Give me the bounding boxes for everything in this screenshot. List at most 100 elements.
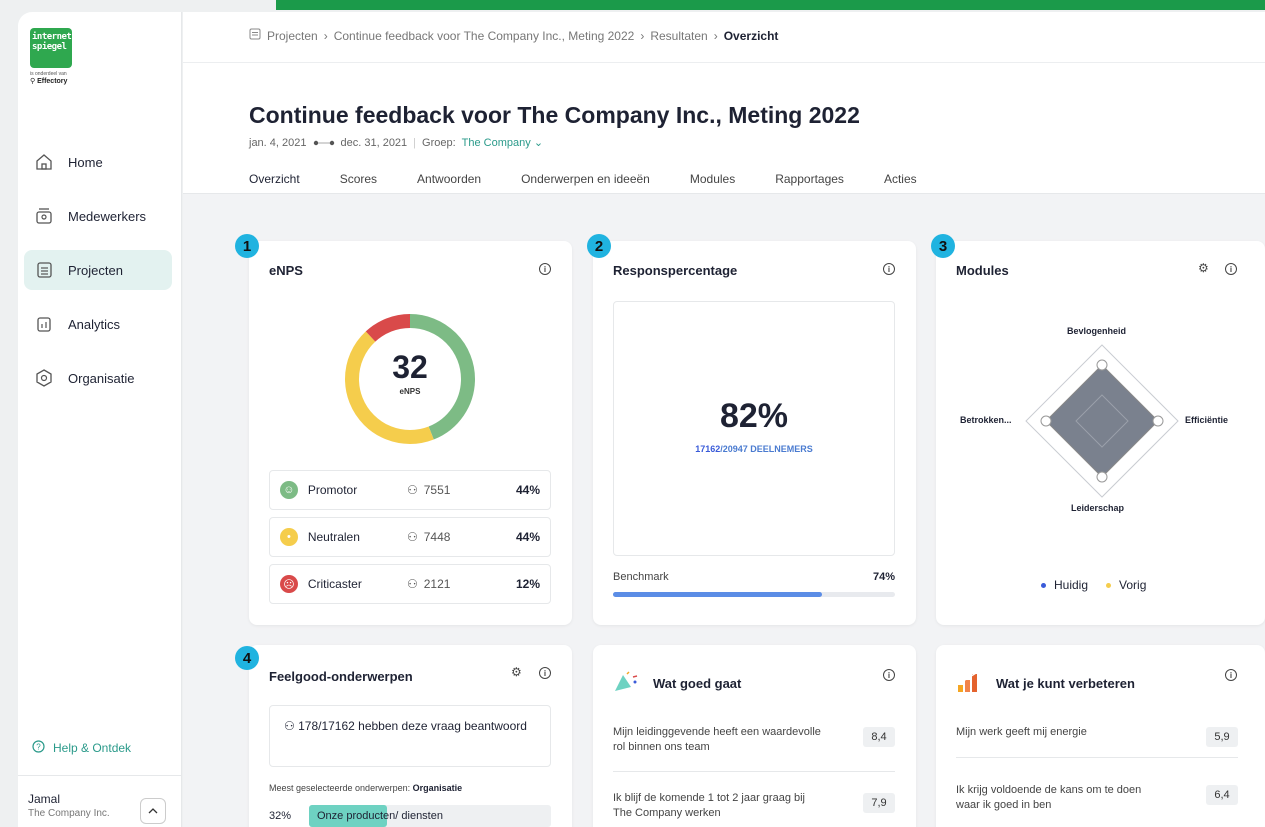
enps-row-neutral: • Neutralen ⚇ 7448 44%	[269, 517, 551, 557]
info-icon[interactable]: i	[1225, 263, 1237, 275]
card-title: Wat goed gaat	[653, 676, 742, 691]
help-link[interactable]: ? Help & Ontdek	[32, 740, 131, 756]
legend-item[interactable]: Huidig	[1041, 578, 1088, 592]
feelgood-selected: Meest geselecteerde onderwerpen: Organis…	[269, 783, 462, 793]
info-icon[interactable]: i	[539, 263, 551, 275]
logo-mark: internet spiegel	[30, 28, 72, 68]
participants-count: 17162	[695, 444, 721, 454]
chevron-right-icon: ›	[640, 28, 645, 43]
date-range-icon	[313, 137, 335, 149]
breadcrumb-item[interactable]: Projecten	[267, 29, 318, 43]
user-profile[interactable]: Jamal The Company Inc.	[18, 775, 182, 827]
row-label: Criticaster	[307, 577, 362, 591]
item-text: Mijn leidinggevende heeft een waardevoll…	[613, 726, 821, 753]
callout-badge: 2	[587, 234, 611, 258]
tab-onderwerpen[interactable]: Onderwerpen en ideeën	[521, 172, 650, 195]
organisation-icon	[34, 368, 54, 388]
radar-legend: Huidig Vorig	[1041, 578, 1146, 592]
chevron-right-icon: ›	[323, 28, 328, 43]
tab-modules[interactable]: Modules	[690, 172, 735, 195]
response-box: 82% 17162/20947 DEELNEMERS	[613, 301, 895, 556]
gear-icon[interactable]: ⚙	[1198, 261, 1209, 275]
breadcrumb: Projecten › Continue feedback voor The C…	[249, 28, 778, 43]
enps-score-label: eNPS	[399, 387, 421, 396]
selected-prefix: Meest geselecteerde onderwerpen:	[269, 783, 411, 793]
row-label: Neutralen	[307, 530, 360, 544]
item-text: Ik blijf de komende 1 tot 2 jaar graag b…	[613, 792, 806, 819]
verbeteren-card: Wat je kunt verbeteren i Mijn werk geeft…	[936, 645, 1265, 827]
radar-axis-label: Efficiëntie	[1185, 415, 1229, 425]
row-count-value: 7551	[423, 483, 451, 497]
svg-text:?: ?	[36, 742, 41, 751]
breadcrumb-current: Overzicht	[723, 28, 779, 43]
card-title: eNPS	[269, 263, 303, 278]
benchmark-value: 74%	[872, 571, 895, 583]
benchmark-bar-fill	[613, 592, 822, 597]
tab-overzicht[interactable]: Overzicht	[249, 172, 300, 195]
enps-card: eNPS i 32 eNPS ☺ Promotor ⚇ 7551 44% • Ne…	[249, 241, 572, 625]
sidebar: internet spiegel is onderdeel van ⚲ Effe…	[18, 12, 182, 827]
gear-icon[interactable]: ⚙	[511, 665, 522, 679]
logo[interactable]: internet spiegel is onderdeel van ⚲ Effe…	[30, 28, 90, 100]
tab-rapportages[interactable]: Rapportages	[775, 172, 844, 195]
user-menu-toggle[interactable]	[140, 798, 166, 824]
date-start: jan. 4, 2021	[249, 136, 307, 149]
project-meta: jan. 4, 2021 dec. 31, 2021 | Groep: The …	[249, 136, 543, 150]
logo-brand: ⚲ Effectory	[30, 78, 68, 85]
radar-point	[1040, 415, 1052, 427]
enps-row-critic: ☹ Criticaster ⚇ 2121 12%	[269, 564, 551, 604]
meta-divider: |	[413, 136, 417, 149]
sidebar-nav: Home Medewerkers Projecten Analytics Org…	[24, 142, 172, 412]
tab-antwoorden[interactable]: Antwoorden	[417, 172, 481, 195]
feelgood-topic-row: 32% Onze producten/ diensten	[269, 805, 551, 827]
list-item[interactable]: Mijn werk geeft mij energie 5,9	[956, 725, 1238, 747]
dashboard-content: 1 eNPS i 32 eNPS ☺ Promotor ⚇7551 44% •	[183, 193, 1265, 827]
benchmark-bar	[613, 592, 895, 597]
info-icon[interactable]: i	[883, 263, 895, 275]
analytics-icon	[34, 314, 54, 334]
breadcrumb-item[interactable]: Resultaten	[650, 29, 707, 43]
info-icon[interactable]: i	[1225, 669, 1237, 681]
tab-acties[interactable]: Acties	[884, 172, 917, 195]
item-score: 6,4	[1206, 785, 1238, 805]
legend-label: Huidig	[1054, 578, 1089, 592]
callout-badge: 1	[235, 234, 259, 258]
sidebar-item-label: Home	[68, 154, 103, 170]
card-title: Responspercentage	[613, 263, 738, 278]
chevron-down-icon: ⌄	[533, 137, 544, 149]
legend-item[interactable]: Vorig	[1106, 578, 1146, 592]
party-popper-icon	[613, 671, 639, 696]
sidebar-item-analytics[interactable]: Analytics	[24, 304, 172, 344]
home-icon	[34, 152, 54, 172]
list-item[interactable]: Mijn leidinggevende heeft een waardevoll…	[613, 725, 895, 755]
row-count-value: 2121	[423, 577, 451, 591]
info-icon[interactable]: i	[883, 669, 895, 681]
list-item[interactable]: Ik krijg voldoende de kans om te doen wa…	[956, 783, 1238, 813]
legend-dot	[1041, 583, 1046, 589]
tab-scores[interactable]: Scores	[340, 172, 377, 195]
sidebar-item-medewerkers[interactable]: Medewerkers	[24, 196, 172, 236]
card-title: Wat je kunt verbeteren	[996, 676, 1135, 691]
item-text: Ik krijg voldoende de kans om te doen wa…	[956, 784, 1142, 811]
people-icon: ⚇	[406, 483, 418, 497]
group-select[interactable]: The Company ⌄	[462, 136, 543, 149]
sidebar-item-home[interactable]: Home	[24, 142, 172, 182]
sidebar-item-organisatie[interactable]: Organisatie	[24, 358, 172, 398]
page-title: Continue feedback voor The Company Inc.,…	[249, 102, 860, 128]
row-count: ⚇ 7551	[407, 483, 516, 497]
projects-icon	[34, 260, 54, 280]
row-count: ⚇ 2121	[407, 577, 516, 591]
legend-label: Vorig	[1119, 578, 1147, 592]
info-icon[interactable]: i	[539, 667, 551, 679]
sidebar-item-projecten[interactable]: Projecten	[24, 250, 172, 290]
radar-axis-label: Leiderschap	[1071, 503, 1125, 513]
modules-card: Modules ⚙ i Bevlogenheid Efficiëntie Lei…	[936, 241, 1265, 625]
breadcrumb-item[interactable]: Continue feedback voor The Company Inc.,…	[334, 29, 635, 43]
radar-point	[1096, 471, 1108, 483]
radar-point	[1096, 359, 1108, 371]
radar-point	[1152, 415, 1164, 427]
people-icon: ⚇	[406, 530, 418, 544]
item-score: 5,9	[1206, 727, 1238, 747]
group-value: The Company	[461, 137, 531, 149]
list-item[interactable]: Ik blijf de komende 1 tot 2 jaar graag b…	[613, 791, 895, 821]
